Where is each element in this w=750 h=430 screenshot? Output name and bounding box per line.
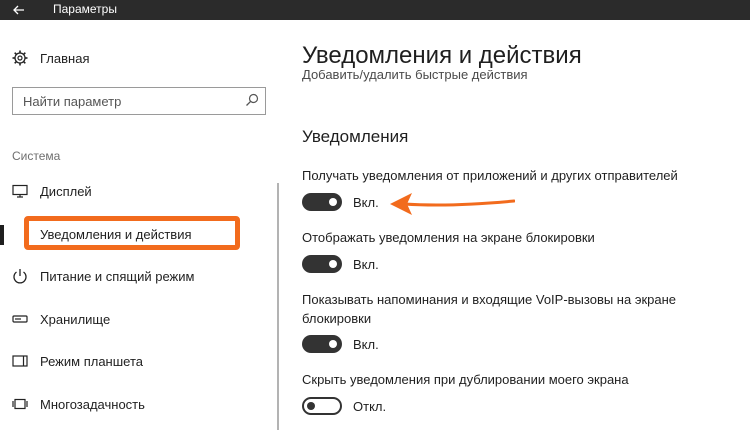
- toggle-row-voip-reminders: Вкл.: [302, 334, 379, 354]
- search-icon[interactable]: [245, 93, 259, 107]
- toggle-knob: [329, 260, 337, 268]
- toggle-switch-lock-screen[interactable]: [302, 255, 342, 273]
- section-title-system: Система: [12, 149, 61, 163]
- toggle-state-label: Откл.: [353, 398, 387, 414]
- toggle-row-app-notifications: Вкл.: [302, 192, 379, 212]
- back-arrow-icon[interactable]: [0, 0, 38, 20]
- page-title: Уведомления и действия: [302, 42, 582, 69]
- toggle-knob: [307, 402, 315, 410]
- annotation-arrow-icon: [390, 193, 515, 215]
- toggle-knob: [329, 340, 337, 348]
- sidebar-item-tablet-mode[interactable]: Режим планшета: [12, 349, 143, 373]
- setting-label-lock-screen: Отображать уведомления на экране блокиро…: [302, 230, 595, 245]
- power-icon: [13, 269, 27, 284]
- sidebar-item-power[interactable]: Питание и спящий режим: [12, 264, 194, 288]
- quick-actions-link[interactable]: Добавить/удалить быстрые действия: [302, 70, 528, 82]
- toggle-state-label: Вкл.: [353, 336, 379, 352]
- active-indicator: [0, 225, 4, 245]
- sidebar-item-storage[interactable]: Хранилище: [12, 307, 110, 331]
- search-input[interactable]: [13, 89, 238, 113]
- sidebar-item-label: Режим планшета: [40, 353, 143, 369]
- highlight-annotation: [24, 216, 240, 250]
- window-title: Параметры: [53, 2, 117, 16]
- toggle-row-lock-screen: Вкл.: [302, 254, 379, 274]
- gear-icon: [12, 50, 28, 66]
- toggle-switch-app-notifications[interactable]: [302, 193, 342, 211]
- toggle-state-label: Вкл.: [353, 256, 379, 272]
- toggle-row-hide-duplicating: Откл.: [302, 396, 386, 416]
- main-content: Уведомления и действия Добавить/удалить …: [280, 20, 750, 430]
- multitasking-icon: [12, 398, 28, 410]
- sidebar-scrollbar[interactable]: [277, 183, 279, 430]
- sidebar-item-label: Дисплей: [40, 183, 92, 199]
- search-box[interactable]: [12, 87, 266, 115]
- setting-label-voip-reminders: Показывать напоминания и входящие VoIP-в…: [302, 292, 677, 326]
- title-bar: Параметры: [0, 0, 750, 20]
- toggle-state-label: Вкл.: [353, 194, 379, 210]
- toggle-knob: [329, 198, 337, 206]
- sidebar-item-display[interactable]: Дисплей: [12, 179, 92, 203]
- sidebar-item-label: Питание и спящий режим: [40, 268, 195, 284]
- section-heading-notifications: Уведомления: [302, 127, 409, 146]
- toggle-switch-hide-duplicating[interactable]: [302, 397, 342, 415]
- storage-icon: [12, 315, 28, 323]
- home-link[interactable]: Главная: [12, 48, 89, 68]
- tablet-mode-icon: [12, 355, 28, 367]
- display-icon: [12, 184, 28, 198]
- sidebar-item-label: Многозадачность: [40, 396, 145, 412]
- toggle-switch-voip-reminders[interactable]: [302, 335, 342, 353]
- setting-label-hide-duplicating: Скрыть уведомления при дублировании моег…: [302, 372, 629, 387]
- home-label: Главная: [40, 50, 90, 66]
- setting-label-app-notifications: Получать уведомления от приложений и дру…: [302, 168, 678, 183]
- sidebar-item-label: Хранилище: [40, 311, 111, 327]
- sidebar: Главная Система Дисплей Уведомления и де…: [0, 20, 280, 430]
- sidebar-item-multitasking[interactable]: Многозадачность: [12, 392, 145, 416]
